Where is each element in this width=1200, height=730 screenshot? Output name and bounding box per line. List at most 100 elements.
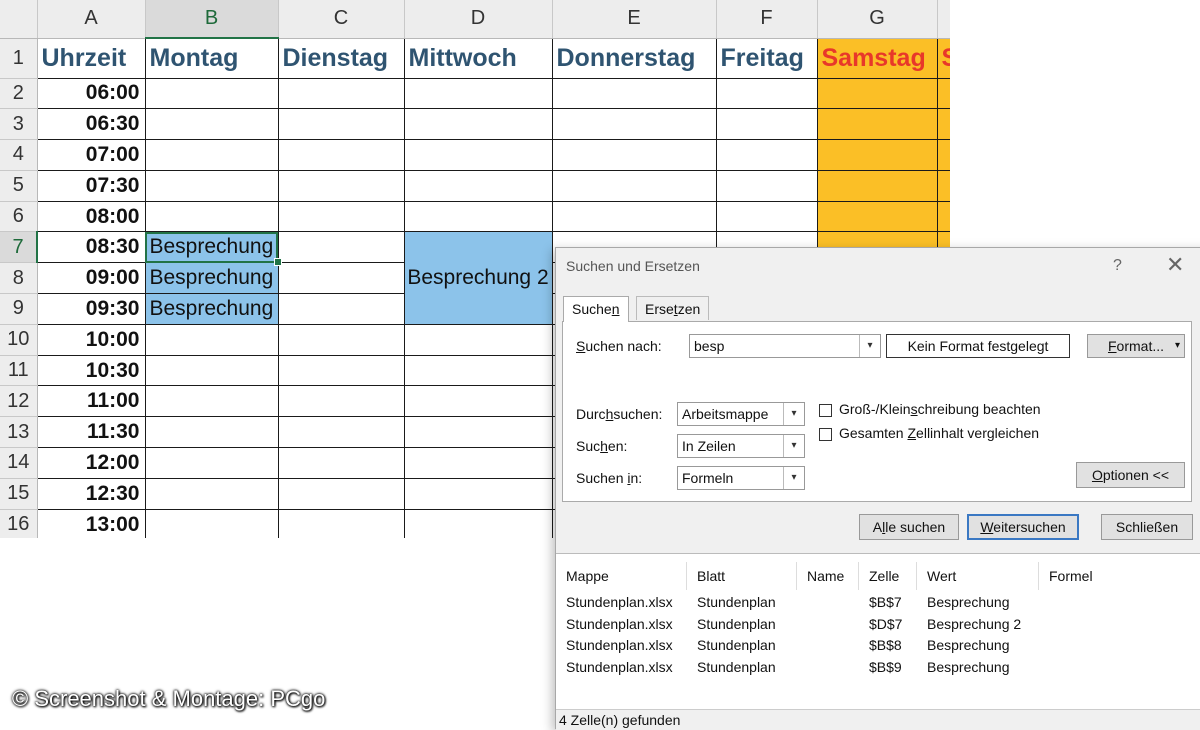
weekend-cell[interactable] bbox=[817, 170, 938, 202]
weekend-cell[interactable] bbox=[817, 78, 938, 110]
cell[interactable] bbox=[278, 509, 405, 538]
weekend-cell[interactable] bbox=[937, 139, 950, 171]
results-header-mappe[interactable]: Mappe bbox=[556, 562, 687, 590]
cell[interactable] bbox=[278, 293, 405, 325]
weekend-cell[interactable] bbox=[817, 108, 938, 141]
column-header-b[interactable]: B bbox=[145, 0, 279, 39]
cell[interactable] bbox=[716, 108, 818, 141]
cell[interactable] bbox=[404, 201, 553, 233]
cell[interactable] bbox=[552, 78, 717, 110]
cell[interactable] bbox=[404, 108, 553, 141]
time-cell[interactable]: 12:30 bbox=[37, 478, 146, 510]
column-header-f[interactable]: F bbox=[716, 0, 818, 39]
cell[interactable] bbox=[716, 78, 818, 110]
time-cell[interactable]: 08:00 bbox=[37, 201, 146, 233]
chevron-down-icon[interactable]: ▾ bbox=[1175, 335, 1180, 357]
row-header[interactable]: 5 bbox=[0, 170, 38, 202]
results-header-wert[interactable]: Wert bbox=[917, 562, 1039, 590]
time-cell[interactable]: 12:00 bbox=[37, 447, 146, 479]
meeting-cell-b9[interactable]: Besprechung bbox=[145, 293, 279, 325]
format-button[interactable]: Format... ▾ bbox=[1087, 334, 1185, 358]
cell[interactable] bbox=[278, 324, 405, 356]
cell[interactable] bbox=[716, 201, 818, 233]
row-header[interactable]: 11 bbox=[0, 355, 38, 387]
cell[interactable] bbox=[278, 355, 405, 387]
time-cell[interactable]: 09:00 bbox=[37, 262, 146, 295]
header-cell-samstag[interactable]: Samstag bbox=[817, 38, 938, 79]
cell[interactable] bbox=[278, 139, 405, 171]
row-header[interactable]: 3 bbox=[0, 108, 38, 141]
time-cell[interactable]: 08:30 bbox=[37, 231, 146, 264]
column-header-e[interactable]: E bbox=[552, 0, 717, 39]
column-header-d[interactable]: D bbox=[404, 0, 553, 39]
cell[interactable] bbox=[552, 170, 717, 202]
header-cell-freitag[interactable]: Freitag bbox=[716, 38, 818, 79]
cell[interactable] bbox=[145, 355, 279, 387]
tab-suchen[interactable]: Suchen bbox=[563, 296, 629, 322]
row-header[interactable]: 14 bbox=[0, 447, 38, 479]
tab-ersetzen[interactable]: Ersetzen bbox=[636, 296, 710, 320]
cell[interactable] bbox=[145, 139, 279, 171]
results-header-formel[interactable]: Formel bbox=[1039, 562, 1200, 590]
cell[interactable] bbox=[145, 170, 279, 202]
cell[interactable] bbox=[404, 355, 553, 387]
row-header[interactable]: 4 bbox=[0, 139, 38, 171]
row-header[interactable]: 9 bbox=[0, 293, 38, 325]
cell[interactable] bbox=[145, 478, 279, 510]
cell[interactable] bbox=[404, 447, 553, 479]
row-header[interactable]: 16 bbox=[0, 509, 38, 538]
cell[interactable] bbox=[278, 231, 405, 264]
cell[interactable] bbox=[278, 170, 405, 202]
column-header-a[interactable]: A bbox=[37, 0, 146, 39]
row-header[interactable]: 13 bbox=[0, 416, 38, 449]
cell[interactable] bbox=[716, 139, 818, 171]
time-cell[interactable]: 09:30 bbox=[37, 293, 146, 325]
results-header-name[interactable]: Name bbox=[797, 562, 859, 590]
time-cell[interactable]: 13:00 bbox=[37, 509, 146, 538]
within-select[interactable]: Arbeitsmappe ▾ bbox=[677, 402, 805, 426]
search-direction-select[interactable]: In Zeilen ▾ bbox=[677, 434, 805, 458]
cell[interactable] bbox=[145, 447, 279, 479]
row-header[interactable]: 10 bbox=[0, 324, 38, 356]
cell[interactable] bbox=[145, 108, 279, 141]
cell[interactable] bbox=[404, 139, 553, 171]
cell[interactable] bbox=[278, 478, 405, 510]
meeting-cell-d7[interactable]: Besprechung 2 bbox=[404, 231, 553, 325]
fill-handle[interactable] bbox=[274, 258, 282, 266]
time-cell[interactable]: 07:30 bbox=[37, 170, 146, 202]
results-header-blatt[interactable]: Blatt bbox=[687, 562, 797, 590]
row-header[interactable]: 7 bbox=[0, 231, 38, 264]
row-header[interactable]: 8 bbox=[0, 262, 38, 295]
time-cell[interactable]: 10:00 bbox=[37, 324, 146, 356]
cell[interactable] bbox=[145, 416, 279, 449]
header-cell-uhrzeit[interactable]: Uhrzeit bbox=[37, 38, 146, 79]
cell[interactable] bbox=[145, 201, 279, 233]
weekend-cell[interactable] bbox=[937, 170, 950, 202]
help-icon[interactable]: ? bbox=[1113, 257, 1122, 275]
results-list[interactable]: Mappe Blatt Name Zelle Wert Formel Stund… bbox=[556, 553, 1200, 710]
time-cell[interactable]: 11:30 bbox=[37, 416, 146, 449]
header-cell-montag[interactable]: Montag bbox=[145, 38, 279, 79]
cell[interactable] bbox=[278, 262, 405, 295]
cell[interactable] bbox=[404, 509, 553, 538]
cell[interactable] bbox=[145, 509, 279, 538]
match-case-checkbox[interactable] bbox=[819, 404, 832, 417]
weekend-cell[interactable] bbox=[937, 108, 950, 141]
time-cell[interactable]: 10:30 bbox=[37, 355, 146, 387]
chevron-down-icon[interactable]: ▾ bbox=[783, 403, 804, 425]
row-header[interactable]: 2 bbox=[0, 78, 38, 110]
row-header[interactable]: 6 bbox=[0, 201, 38, 233]
time-cell[interactable]: 07:00 bbox=[37, 139, 146, 171]
find-all-button[interactable]: Alle suchen bbox=[859, 514, 959, 540]
time-cell[interactable]: 11:00 bbox=[37, 385, 146, 418]
close-icon[interactable]: ✕ bbox=[1166, 254, 1184, 276]
cell[interactable] bbox=[404, 78, 553, 110]
row-header[interactable]: 12 bbox=[0, 385, 38, 418]
find-next-button[interactable]: Weitersuchen bbox=[967, 514, 1079, 540]
look-in-select[interactable]: Formeln ▾ bbox=[677, 466, 805, 490]
header-cell-mittwoch[interactable]: Mittwoch bbox=[404, 38, 553, 79]
header-cell-dienstag[interactable]: Dienstag bbox=[278, 38, 405, 79]
time-cell[interactable]: 06:30 bbox=[37, 108, 146, 141]
row-header[interactable]: 15 bbox=[0, 478, 38, 510]
cell[interactable] bbox=[278, 201, 405, 233]
